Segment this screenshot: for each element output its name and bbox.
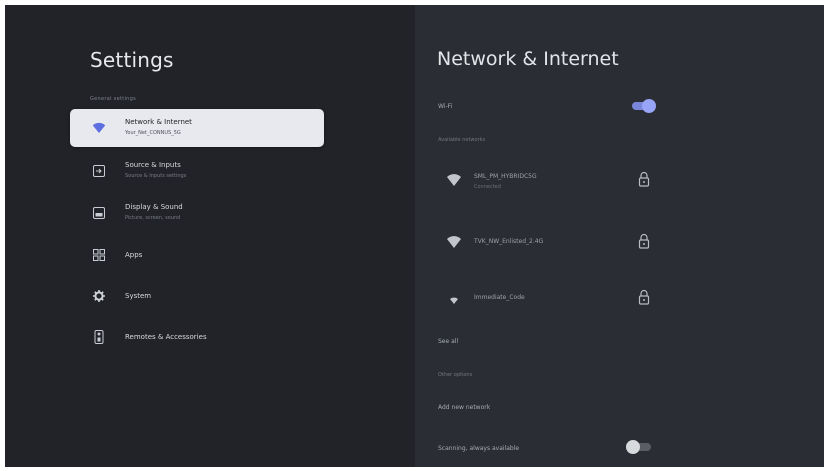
network-status: Connected — [474, 184, 501, 190]
settings-sidebar: Settings General settings Network & Inte… — [5, 5, 415, 467]
display-icon — [91, 205, 107, 221]
available-networks-label: Available networks — [438, 137, 486, 143]
add-network-button[interactable]: Add new network — [438, 404, 490, 411]
sidebar-item-label: Display & Sound — [125, 203, 183, 211]
lock-icon — [638, 289, 650, 305]
sidebar-item-system[interactable]: System — [70, 277, 324, 315]
sidebar-item-network-internet[interactable]: Network & Internet Your_Net_CONNUS_5G — [70, 109, 324, 147]
network-name: SML_PM_HYBRIDC5G — [474, 173, 537, 180]
other-options-label: Other options — [438, 372, 473, 378]
panel-title: Network & Internet — [437, 48, 619, 70]
scanning-toggle[interactable] — [626, 440, 651, 454]
network-item[interactable]: Immediate_Code — [438, 279, 668, 319]
network-item[interactable]: SML_PM_HYBRIDC5G Connected — [438, 161, 668, 201]
toggle-knob — [626, 440, 640, 454]
wifi-icon — [450, 297, 458, 304]
wifi-icon — [91, 120, 107, 136]
lock-icon — [638, 171, 650, 187]
network-name: TVK_NW_Enlisted_2.4G — [474, 238, 544, 245]
wifi-label: Wi-Fi — [438, 103, 453, 110]
input-source-icon — [91, 163, 107, 179]
scanning-label: Scanning, always available — [438, 445, 520, 452]
sidebar-item-sublabel: Source & Inputs settings — [125, 173, 187, 179]
tv-settings-screen: Settings General settings Network & Inte… — [5, 5, 824, 467]
lock-icon — [638, 233, 650, 249]
toggle-knob — [642, 99, 656, 113]
wifi-icon — [447, 174, 461, 186]
sidebar-item-sublabel: Picture, screen, sound — [125, 215, 181, 221]
sidebar-item-label: Source & Inputs — [125, 161, 181, 169]
sidebar-item-sublabel: Your_Net_CONNUS_5G — [125, 130, 181, 136]
section-label: General settings — [90, 96, 137, 102]
network-item[interactable]: TVK_NW_Enlisted_2.4G — [438, 223, 668, 263]
network-name: Immediate_Code — [474, 294, 525, 301]
remote-icon — [91, 329, 107, 345]
sidebar-item-source-inputs[interactable]: Source & Inputs Source & Inputs settings — [70, 152, 324, 190]
apps-icon — [91, 247, 107, 263]
gear-icon — [91, 288, 107, 304]
wifi-toggle[interactable] — [632, 99, 656, 113]
sidebar-item-display-sound[interactable]: Display & Sound Picture, screen, sound — [70, 194, 324, 232]
sidebar-item-label: Remotes & Accessories — [125, 333, 207, 341]
sidebar-item-label: Network & Internet — [125, 118, 192, 126]
sidebar-item-label: Apps — [125, 251, 143, 259]
see-all-link[interactable]: See all — [438, 338, 458, 345]
wifi-icon — [447, 236, 461, 248]
sidebar-item-remotes-accessories[interactable]: Remotes & Accessories — [70, 318, 324, 356]
sidebar-item-apps[interactable]: Apps — [70, 236, 324, 274]
page-title: Settings — [90, 48, 174, 72]
sidebar-item-label: System — [125, 292, 152, 300]
